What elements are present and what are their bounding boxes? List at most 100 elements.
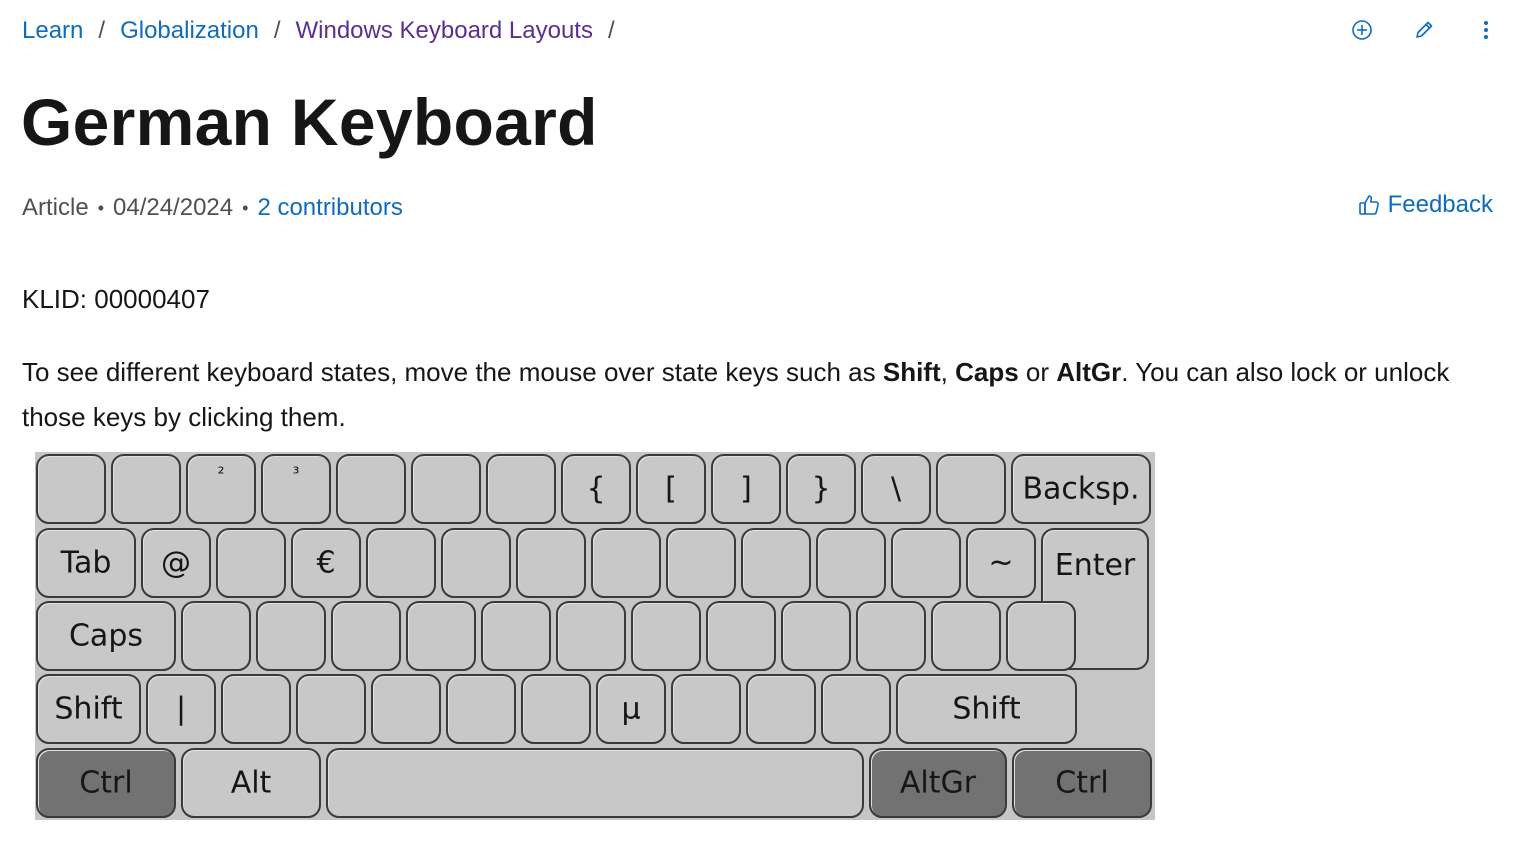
key-blank[interactable] bbox=[326, 748, 864, 818]
key-blank[interactable] bbox=[631, 601, 701, 671]
contributors-link[interactable]: 2 contributors bbox=[257, 194, 402, 222]
key-blank[interactable] bbox=[666, 528, 736, 598]
key--[interactable]: µ bbox=[596, 674, 666, 744]
more-options-button[interactable] bbox=[1474, 16, 1498, 44]
key-label: | bbox=[175, 691, 187, 727]
key-blank[interactable] bbox=[746, 674, 816, 744]
breadcrumb-learn[interactable]: Learn bbox=[22, 17, 83, 45]
thumbs-up-icon bbox=[1358, 195, 1379, 215]
key-label: \ bbox=[890, 471, 902, 507]
more-vertical-icon bbox=[1484, 21, 1488, 39]
breadcrumb-separator: / bbox=[273, 17, 281, 44]
page-title: German Keyboard bbox=[21, 85, 598, 159]
key-tab[interactable]: Tab bbox=[36, 528, 136, 598]
key-blank[interactable] bbox=[366, 528, 436, 598]
key-blank[interactable] bbox=[671, 674, 741, 744]
key-blank[interactable] bbox=[521, 674, 591, 744]
key-label: [ bbox=[665, 471, 677, 507]
klid-text: KLID: 00000407 bbox=[22, 284, 210, 314]
intro-shift: Shift bbox=[882, 357, 941, 387]
key-label: € bbox=[316, 545, 336, 581]
key-blank[interactable] bbox=[936, 454, 1006, 524]
edit-button[interactable] bbox=[1412, 16, 1436, 44]
key-blank[interactable] bbox=[891, 528, 961, 598]
key-ctrl[interactable]: Ctrl bbox=[36, 748, 176, 818]
key-label: µ bbox=[621, 691, 641, 727]
key-blank[interactable] bbox=[221, 674, 291, 744]
key-blank[interactable] bbox=[36, 454, 106, 524]
key-blank[interactable] bbox=[371, 674, 441, 744]
key-blank[interactable] bbox=[256, 601, 326, 671]
key-blank[interactable] bbox=[111, 454, 181, 524]
key--[interactable]: \ bbox=[861, 454, 931, 524]
key-label: @ bbox=[161, 545, 191, 581]
key--[interactable]: ~ bbox=[966, 528, 1036, 598]
key-blank[interactable] bbox=[741, 528, 811, 598]
intro-caps: Caps bbox=[955, 357, 1019, 387]
key--[interactable]: ³ bbox=[261, 454, 331, 524]
key--[interactable]: ² bbox=[186, 454, 256, 524]
meta-separator: • bbox=[97, 197, 104, 218]
key-blank[interactable] bbox=[1006, 601, 1076, 671]
key-shift[interactable]: Shift bbox=[36, 674, 141, 744]
key-label: Enter bbox=[1054, 548, 1136, 583]
breadcrumb-separator: / bbox=[98, 17, 106, 44]
feedback-button[interactable]: Feedback bbox=[1358, 191, 1493, 219]
key-blank[interactable] bbox=[406, 601, 476, 671]
key-blank[interactable] bbox=[181, 601, 251, 671]
key-label: ² bbox=[217, 464, 225, 484]
key-blank[interactable] bbox=[591, 528, 661, 598]
feedback-label: Feedback bbox=[1387, 191, 1493, 218]
key-label: ] bbox=[740, 471, 752, 507]
key-label: ³ bbox=[292, 464, 300, 484]
key-label: ~ bbox=[988, 545, 1014, 581]
key-altgr[interactable]: AltGr bbox=[869, 748, 1007, 818]
key-ctrl[interactable]: Ctrl bbox=[1012, 748, 1152, 818]
key--[interactable]: € bbox=[291, 528, 361, 598]
key-backsp-[interactable]: Backsp. bbox=[1011, 454, 1151, 524]
key-label: Tab bbox=[60, 545, 112, 581]
key-caps[interactable]: Caps bbox=[36, 601, 176, 671]
key--[interactable]: { bbox=[561, 454, 631, 524]
key-blank[interactable] bbox=[556, 601, 626, 671]
key-blank[interactable] bbox=[411, 454, 481, 524]
key-alt[interactable]: Alt bbox=[181, 748, 321, 818]
intro-altgr: AltGr bbox=[1056, 357, 1122, 387]
key-blank[interactable] bbox=[331, 601, 401, 671]
key-label: Backsp. bbox=[1022, 471, 1140, 507]
key-label: Caps bbox=[68, 618, 143, 654]
key-blank[interactable] bbox=[931, 601, 1001, 671]
key--[interactable]: [ bbox=[636, 454, 706, 524]
key--[interactable]: | bbox=[146, 674, 216, 744]
key-label: { bbox=[586, 471, 606, 507]
article-type: Article bbox=[22, 194, 89, 221]
breadcrumb-separator: / bbox=[607, 17, 615, 44]
key-blank[interactable] bbox=[516, 528, 586, 598]
key-blank[interactable] bbox=[706, 601, 776, 671]
key-blank[interactable] bbox=[481, 601, 551, 671]
key--[interactable]: ] bbox=[711, 454, 781, 524]
keyboard-diagram: ² ³ { []} \ Backsp. Tab @ € ~ Enter Caps Shift | µ Shif… bbox=[35, 452, 1155, 820]
key-blank[interactable] bbox=[216, 528, 286, 598]
key-blank[interactable] bbox=[856, 601, 926, 671]
key--[interactable]: } bbox=[786, 454, 856, 524]
key-blank[interactable] bbox=[296, 674, 366, 744]
add-to-collection-button[interactable] bbox=[1350, 16, 1374, 44]
key-label: } bbox=[811, 471, 831, 507]
intro-or: or bbox=[1018, 357, 1057, 387]
key-label: Alt bbox=[230, 765, 272, 801]
pencil-icon bbox=[1416, 21, 1433, 38]
key-blank[interactable] bbox=[336, 454, 406, 524]
key--[interactable]: @ bbox=[141, 528, 211, 598]
intro-text: To see different keyboard states, move t… bbox=[22, 357, 883, 387]
key-blank[interactable] bbox=[821, 674, 891, 744]
key-shift[interactable]: Shift bbox=[896, 674, 1077, 744]
key-blank[interactable] bbox=[486, 454, 556, 524]
key-blank[interactable] bbox=[446, 674, 516, 744]
key-blank[interactable] bbox=[441, 528, 511, 598]
key-blank[interactable] bbox=[816, 528, 886, 598]
key-label: Ctrl bbox=[1055, 765, 1109, 801]
breadcrumb-globalization[interactable]: Globalization bbox=[120, 17, 259, 45]
key-blank[interactable] bbox=[781, 601, 851, 671]
breadcrumb-windows-keyboard-layouts[interactable]: Windows Keyboard Layouts bbox=[295, 17, 593, 45]
